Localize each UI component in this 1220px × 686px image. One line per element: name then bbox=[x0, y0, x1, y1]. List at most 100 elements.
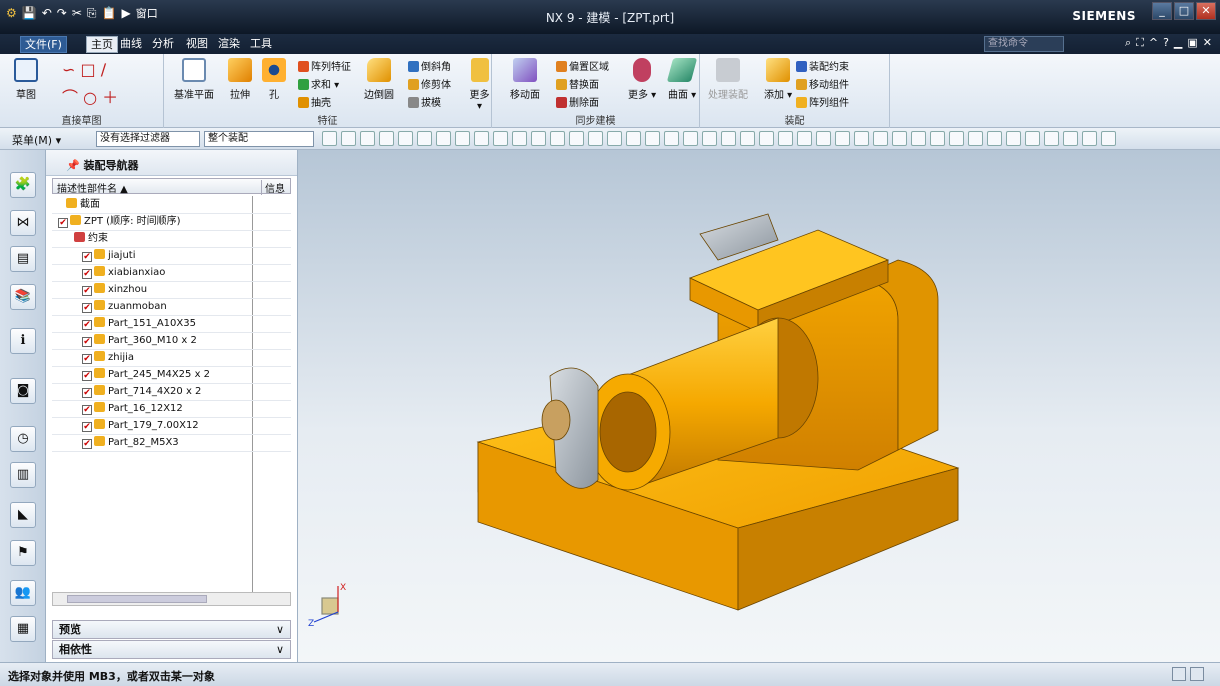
tree-row[interactable]: ✔ xiabianxiao bbox=[52, 264, 291, 281]
collapse-ribbon-icon[interactable]: ^ bbox=[1149, 36, 1158, 50]
status-icon[interactable] bbox=[1190, 667, 1204, 681]
edge-blend-button[interactable]: 边倒圆 bbox=[364, 58, 394, 101]
scrollbar-thumb[interactable] bbox=[67, 595, 207, 603]
trim-body-button[interactable]: 修剪体 bbox=[408, 76, 451, 91]
snap-tool-icon[interactable] bbox=[835, 131, 850, 146]
preview-panel-header[interactable]: 预览 ∨ bbox=[52, 620, 291, 639]
visibility-checkbox[interactable]: ✔ bbox=[82, 303, 92, 313]
snap-tool-icon[interactable] bbox=[398, 131, 413, 146]
snap-tool-icon[interactable] bbox=[1044, 131, 1059, 146]
replace-face-button[interactable]: 替换面 bbox=[556, 76, 599, 91]
roles-tab-icon[interactable]: 👥 bbox=[10, 580, 36, 606]
column-name-header[interactable]: 描述性部件名 ▲ bbox=[57, 180, 128, 195]
search-icon[interactable]: ⌕ bbox=[1125, 36, 1131, 50]
web-browser-tab-icon[interactable]: ◙ bbox=[10, 378, 36, 404]
graphics-window[interactable]: X Z bbox=[298, 150, 1220, 662]
visibility-checkbox[interactable]: ✔ bbox=[82, 422, 92, 432]
part-navigator-tab-icon[interactable]: ▤ bbox=[10, 246, 36, 272]
snap-tool-icon[interactable] bbox=[493, 131, 508, 146]
tree-row[interactable]: ✔ xinzhou bbox=[52, 281, 291, 298]
type-filter-select[interactable]: 没有选择过滤器 bbox=[96, 131, 200, 147]
snap-tool-icon[interactable] bbox=[911, 131, 926, 146]
snap-tool-icon[interactable] bbox=[1006, 131, 1021, 146]
tab-curve[interactable]: 曲线 bbox=[116, 36, 146, 53]
tree-row[interactable]: ✔ ZPT (顺序: 时间顺序) bbox=[52, 213, 291, 230]
move-component-button[interactable]: 移动组件 bbox=[796, 76, 849, 91]
snap-tool-icon[interactable] bbox=[1082, 131, 1097, 146]
main-menu-button[interactable]: 菜单(M) ▾ bbox=[12, 132, 61, 148]
doc-minimize-icon[interactable]: ▁ bbox=[1174, 36, 1182, 50]
assembly-navigator-tab-icon[interactable]: 🧩 bbox=[10, 172, 36, 198]
knowledge-tab-icon[interactable]: ⚑ bbox=[10, 540, 36, 566]
snap-tool-icon[interactable] bbox=[569, 131, 584, 146]
tab-view[interactable]: 视图 bbox=[182, 36, 212, 53]
doc-restore-icon[interactable]: ▣ bbox=[1187, 36, 1197, 50]
snap-tool-icon[interactable] bbox=[1063, 131, 1078, 146]
snap-tool-icon[interactable] bbox=[455, 131, 470, 146]
snap-tool-icon[interactable] bbox=[588, 131, 603, 146]
hole-button[interactable]: 孔 bbox=[262, 58, 286, 101]
visibility-checkbox[interactable]: ✔ bbox=[82, 337, 92, 347]
visibility-checkbox[interactable]: ✔ bbox=[82, 252, 92, 262]
snap-tool-icon[interactable] bbox=[797, 131, 812, 146]
snap-tool-icon[interactable] bbox=[873, 131, 888, 146]
tree-row[interactable]: ✔ jiajuti bbox=[52, 247, 291, 264]
snap-tool-icon[interactable] bbox=[645, 131, 660, 146]
snap-tool-icon[interactable] bbox=[417, 131, 432, 146]
sync-more-button[interactable]: 更多 ▾ bbox=[628, 58, 656, 101]
snap-tool-icon[interactable] bbox=[1025, 131, 1040, 146]
manufacturing-wizard-tab-icon[interactable]: ◣ bbox=[10, 502, 36, 528]
tree-row[interactable]: ✔ Part_245_M4X25 x 2 bbox=[52, 366, 291, 383]
extrude-button[interactable]: 拉伸 bbox=[228, 58, 252, 101]
tab-render[interactable]: 渲染 bbox=[214, 36, 244, 53]
column-info-header[interactable]: 信息 bbox=[261, 180, 285, 195]
process-studio-tab-icon[interactable]: ▥ bbox=[10, 462, 36, 488]
snap-tool-icon[interactable] bbox=[474, 131, 489, 146]
snap-tool-icon[interactable] bbox=[436, 131, 451, 146]
snap-tool-icon[interactable] bbox=[854, 131, 869, 146]
tree-row[interactable]: ✔ Part_179_7.00X12 bbox=[52, 417, 291, 434]
unite-button[interactable]: 求和 ▾ bbox=[298, 76, 339, 91]
maximize-button[interactable]: □ bbox=[1174, 2, 1194, 20]
snap-tool-icon[interactable] bbox=[683, 131, 698, 146]
tab-analysis[interactable]: 分析 bbox=[148, 36, 178, 53]
snap-tool-icon[interactable] bbox=[607, 131, 622, 146]
fullscreen-icon[interactable]: ⛶ bbox=[1136, 36, 1144, 50]
delete-face-button[interactable]: 删除面 bbox=[556, 94, 599, 109]
tree-row[interactable]: 截面 bbox=[52, 196, 291, 213]
snap-tool-icon[interactable] bbox=[987, 131, 1002, 146]
help-icon[interactable]: ? bbox=[1163, 36, 1169, 50]
snap-tool-icon[interactable] bbox=[360, 131, 375, 146]
tree-row[interactable]: ✔ Part_82_M5X3 bbox=[52, 434, 291, 451]
datum-plane-button[interactable]: 基准平面 bbox=[174, 58, 214, 101]
snap-tool-icon[interactable] bbox=[949, 131, 964, 146]
visibility-checkbox[interactable]: ✔ bbox=[82, 388, 92, 398]
visibility-checkbox[interactable]: ✔ bbox=[82, 286, 92, 296]
snap-tool-icon[interactable] bbox=[778, 131, 793, 146]
assembly-constraints-button[interactable]: 装配约束 bbox=[796, 58, 849, 73]
surface-button[interactable]: 曲面 ▾ bbox=[666, 58, 698, 101]
status-icon[interactable] bbox=[1172, 667, 1186, 681]
tree-row[interactable]: ✔ zuanmoban bbox=[52, 298, 291, 315]
offset-region-button[interactable]: 偏置区域 bbox=[556, 58, 609, 73]
tree-row[interactable]: ✔ Part_714_4X20 x 2 bbox=[52, 383, 291, 400]
sketch-button[interactable]: 草图 bbox=[14, 58, 38, 101]
snap-tool-icon[interactable] bbox=[702, 131, 717, 146]
shell-button[interactable]: 抽壳 bbox=[298, 94, 331, 109]
visibility-checkbox[interactable]: ✔ bbox=[82, 439, 92, 449]
visibility-checkbox[interactable]: ✔ bbox=[58, 218, 68, 228]
doc-close-icon[interactable]: ✕ bbox=[1203, 36, 1212, 50]
pattern-component-button[interactable]: 阵列组件 bbox=[796, 94, 849, 109]
reuse-library-tab-icon[interactable]: 📚 bbox=[10, 284, 36, 310]
dependencies-panel-header[interactable]: 相依性 ∨ bbox=[52, 640, 291, 659]
tree-row[interactable]: ✔ Part_151_A10X35 bbox=[52, 315, 291, 332]
horizontal-scrollbar[interactable] bbox=[52, 592, 291, 606]
selection-scope-select[interactable]: 整个装配 bbox=[204, 131, 314, 147]
feature-more-button[interactable]: 更多 ▾ bbox=[468, 58, 491, 112]
tree-row[interactable]: ✔ Part_16_12X12 bbox=[52, 400, 291, 417]
visibility-checkbox[interactable]: ✔ bbox=[82, 405, 92, 415]
model-view[interactable]: X Z bbox=[298, 150, 1220, 662]
move-face-button[interactable]: 移动面 bbox=[510, 58, 540, 101]
command-finder-input[interactable]: 查找命令 bbox=[984, 36, 1064, 52]
tree-row[interactable]: ✔ Part_360_M10 x 2 bbox=[52, 332, 291, 349]
